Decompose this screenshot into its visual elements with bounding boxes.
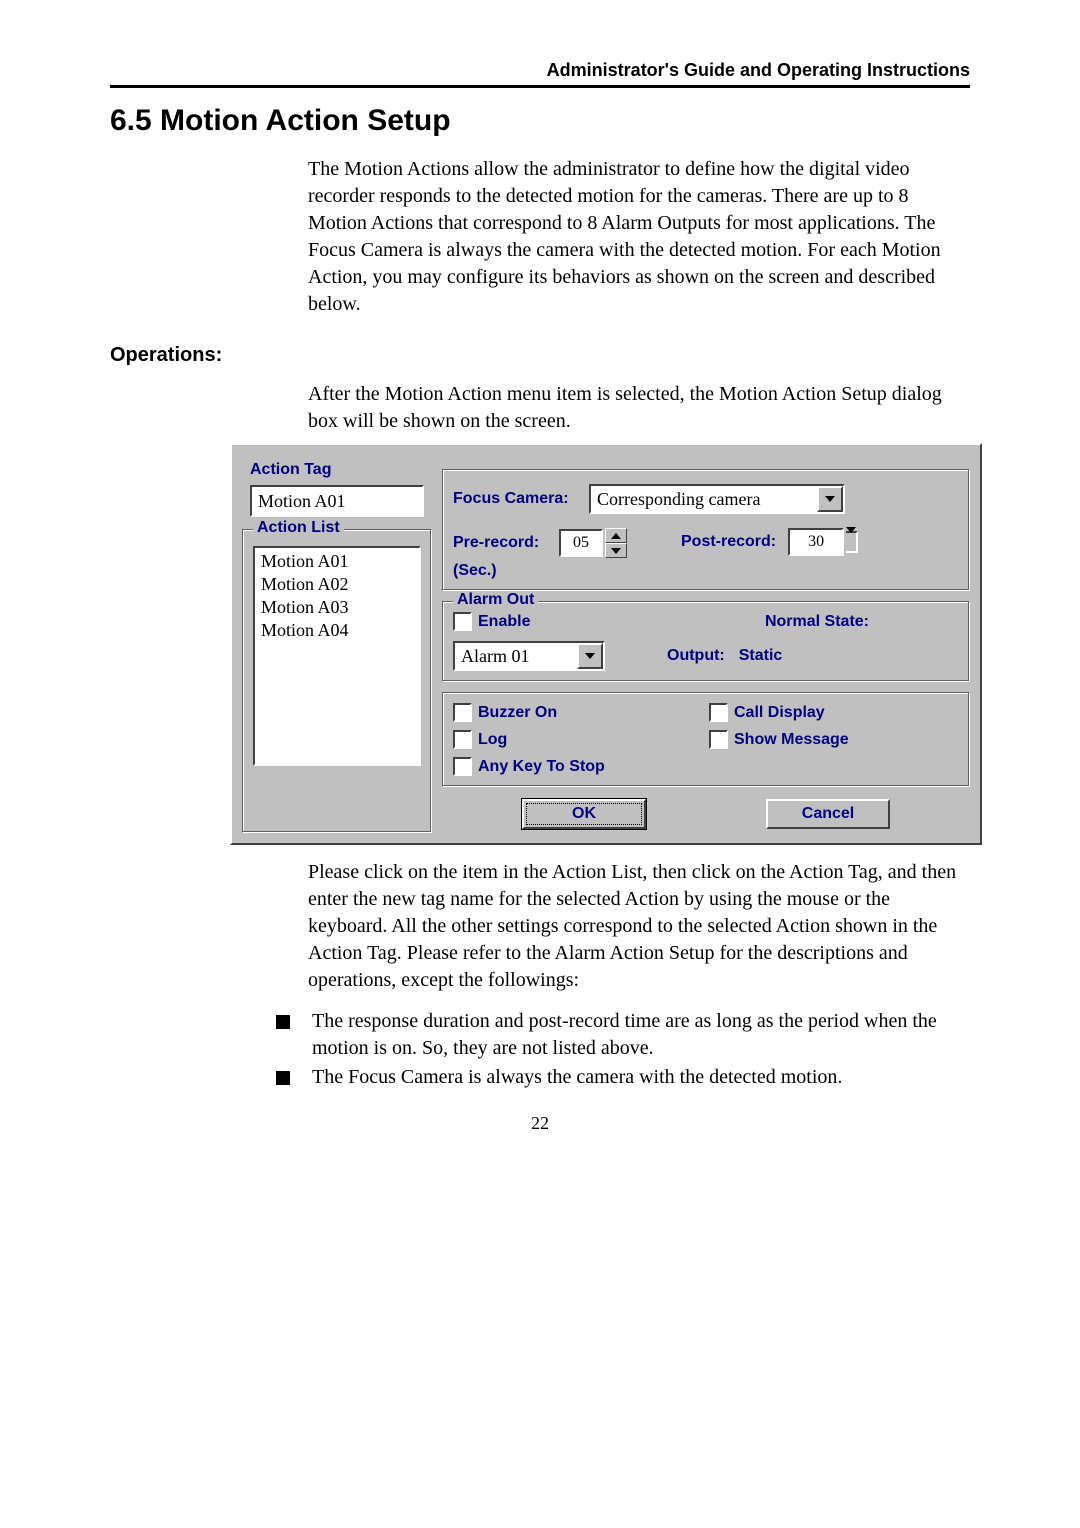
action-list-label: Action List — [253, 519, 344, 537]
any-key-checkbox[interactable]: Any Key To Stop — [453, 757, 605, 776]
section-title: 6.5 Motion Action Setup — [110, 104, 970, 138]
enable-label: Enable — [478, 613, 530, 631]
action-tag-label: Action Tag — [250, 461, 424, 479]
log-checkbox[interactable]: Log — [453, 730, 701, 749]
pre-record-unit: (Sec.) — [453, 562, 627, 580]
alarm-output-dropdown[interactable]: Alarm 01 — [453, 641, 605, 671]
square-bullet-icon — [276, 1015, 290, 1029]
action-tag-section: Action Tag Motion A01 — [242, 455, 432, 517]
pre-record-input[interactable]: 05 — [559, 529, 603, 557]
chevron-down-icon[interactable] — [846, 533, 856, 551]
buzzer-checkbox[interactable]: Buzzer On — [453, 703, 701, 722]
square-bullet-icon — [276, 1071, 290, 1085]
alarm-out-label: Alarm Out — [453, 591, 538, 609]
call-display-label: Call Display — [734, 704, 825, 722]
post-record-input[interactable]: 30 — [788, 528, 844, 556]
intro-paragraph: The Motion Actions allow the administrat… — [308, 156, 970, 318]
list-item[interactable]: Motion A02 — [257, 573, 417, 596]
list-item[interactable]: Motion A01 — [257, 550, 417, 573]
header-title: Administrator's Guide and Operating Inst… — [110, 60, 970, 81]
normal-state-label: Normal State: — [765, 613, 869, 631]
list-item: The response duration and post-record ti… — [276, 1008, 970, 1062]
chevron-down-icon[interactable] — [577, 643, 603, 669]
bullet-text: The response duration and post-record ti… — [312, 1008, 970, 1062]
action-tag-input[interactable]: Motion A01 — [250, 485, 424, 517]
operations-heading: Operations: — [110, 344, 970, 367]
ok-button[interactable]: OK — [522, 799, 646, 829]
focus-camera-label: Focus Camera: — [453, 490, 589, 508]
list-item[interactable]: Motion A03 — [257, 596, 417, 619]
show-message-label: Show Message — [734, 731, 849, 749]
focus-camera-dropdown[interactable]: Corresponding camera — [589, 484, 845, 514]
action-list[interactable]: Motion A01 Motion A02 Motion A03 Motion … — [253, 546, 421, 766]
chevron-down-icon[interactable] — [817, 486, 843, 512]
pre-record-stepper[interactable] — [605, 528, 627, 558]
call-display-checkbox[interactable]: Call Display — [709, 703, 825, 722]
enable-checkbox[interactable]: Enable — [453, 612, 530, 631]
list-item[interactable]: Motion A04 — [257, 619, 417, 642]
cancel-button[interactable]: Cancel — [766, 799, 890, 829]
operations-paragraph: After the Motion Action menu item is sel… — [308, 381, 970, 435]
list-item: The Focus Camera is always the camera wi… — [276, 1064, 970, 1091]
motion-action-dialog: Action Tag Motion A01 Action List Motion… — [230, 443, 982, 845]
output-label: Output: — [667, 647, 725, 665]
pre-record-label: Pre-record: — [453, 534, 559, 552]
post-record-label: Post-record: — [681, 533, 776, 551]
alarm-output-value: Alarm 01 — [453, 641, 577, 671]
focus-camera-value: Corresponding camera — [589, 484, 817, 514]
any-key-label: Any Key To Stop — [478, 758, 605, 776]
log-label: Log — [478, 731, 507, 749]
show-message-checkbox[interactable]: Show Message — [709, 730, 849, 749]
output-value: Static — [739, 647, 783, 665]
header-rule — [110, 85, 970, 88]
step-down-icon[interactable] — [605, 543, 627, 558]
page-number: 22 — [110, 1113, 970, 1134]
step-up-icon[interactable] — [605, 528, 627, 543]
buzzer-label: Buzzer On — [478, 704, 557, 722]
after-dialog-paragraph: Please click on the item in the Action L… — [308, 859, 970, 994]
bullet-text: The Focus Camera is always the camera wi… — [312, 1064, 842, 1091]
